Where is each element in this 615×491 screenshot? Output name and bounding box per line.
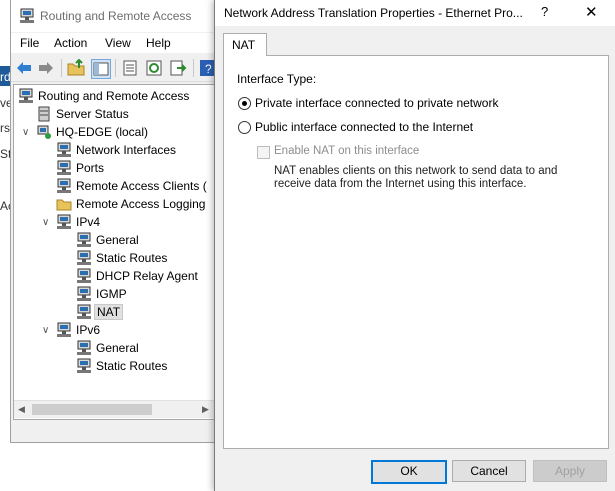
properties-icon[interactable] bbox=[121, 59, 139, 77]
dialog-title: Network Address Translation Properties -… bbox=[224, 6, 523, 20]
scrollbar-thumb[interactable] bbox=[32, 404, 152, 415]
tree-label: Routing and Remote Access bbox=[38, 89, 190, 103]
enable-nat-label[interactable]: Enable NAT on this interface bbox=[274, 145, 419, 157]
remote-clients-icon bbox=[57, 178, 71, 193]
refresh-icon[interactable] bbox=[145, 59, 163, 77]
forward-arrow-icon[interactable] bbox=[37, 59, 55, 77]
tab-label: NAT bbox=[232, 38, 256, 52]
tree-label: Remote Access Clients ( bbox=[76, 179, 207, 193]
nat-description: NAT enables clients on this network to s… bbox=[274, 165, 558, 190]
tree-label: General bbox=[96, 233, 139, 247]
bg-fragment: rs bbox=[0, 121, 10, 135]
server-list-icon bbox=[38, 106, 50, 122]
igmp-icon bbox=[77, 286, 91, 301]
nat-properties-dialog: Network Address Translation Properties -… bbox=[214, 0, 615, 491]
svg-text:?: ? bbox=[205, 62, 212, 76]
chevron-down-icon[interactable]: ∨ bbox=[22, 127, 29, 138]
tree-label: IPv4 bbox=[76, 215, 101, 229]
toolbar-separator bbox=[193, 59, 194, 77]
folder-icon bbox=[56, 199, 72, 211]
back-arrow-icon[interactable] bbox=[15, 59, 33, 77]
toolbar-separator bbox=[61, 59, 62, 77]
static-routes-icon bbox=[77, 358, 91, 373]
apply-button[interactable]: Apply bbox=[533, 460, 607, 482]
rras-icon bbox=[19, 88, 33, 103]
ipv6-icon bbox=[57, 322, 71, 337]
dialog-title-bar: Network Address Translation Properties -… bbox=[215, 0, 615, 26]
dhcp-relay-icon bbox=[77, 268, 91, 283]
scroll-left-icon[interactable]: ◀ bbox=[18, 404, 25, 415]
general-icon bbox=[77, 340, 91, 355]
tree-label: Static Routes bbox=[96, 359, 168, 373]
up-folder-icon[interactable] bbox=[67, 59, 85, 77]
mmc-title: Routing and Remote Access bbox=[40, 9, 192, 23]
chevron-down-icon[interactable]: ∨ bbox=[42, 217, 49, 228]
show-hide-tree-icon[interactable] bbox=[91, 59, 111, 79]
tree-label: Server Status bbox=[56, 107, 129, 121]
tree-label: IPv6 bbox=[76, 323, 101, 337]
network-interfaces-icon bbox=[57, 142, 71, 157]
menu-help[interactable]: Help bbox=[146, 36, 171, 50]
tree-label: IGMP bbox=[96, 287, 127, 301]
tree-label: Network Interfaces bbox=[76, 143, 177, 157]
cancel-button[interactable]: Cancel bbox=[452, 460, 526, 482]
nat-icon bbox=[77, 304, 91, 319]
chevron-down-icon[interactable]: ∨ bbox=[42, 325, 49, 336]
public-interface-label[interactable]: Public interface connected to the Intern… bbox=[255, 120, 473, 134]
tree-label: General bbox=[96, 341, 139, 355]
menu-view[interactable]: View bbox=[105, 36, 131, 50]
private-interface-label[interactable]: Private interface connected to private n… bbox=[255, 96, 498, 110]
tree-label: DHCP Relay Agent bbox=[96, 269, 198, 283]
nat-tab-panel: Interface Type: Private interface connec… bbox=[223, 55, 609, 449]
console-tree: Routing and Remote Access Server Status … bbox=[13, 84, 217, 420]
tree-label: Static Routes bbox=[96, 251, 168, 265]
ports-icon bbox=[57, 160, 71, 175]
private-interface-radio[interactable] bbox=[238, 97, 251, 110]
ok-button[interactable]: OK bbox=[371, 460, 447, 484]
enable-nat-checkbox[interactable] bbox=[257, 146, 270, 159]
tree-label: HQ-EDGE (local) bbox=[56, 125, 149, 139]
general-icon bbox=[77, 232, 91, 247]
interface-type-label: Interface Type: bbox=[237, 72, 317, 86]
static-routes-icon bbox=[77, 250, 91, 265]
export-list-icon[interactable] bbox=[169, 59, 187, 77]
ipv4-icon bbox=[57, 214, 71, 229]
toolbar-separator bbox=[115, 59, 116, 77]
horizontal-scrollbar[interactable]: ◀ ▶ bbox=[14, 400, 214, 418]
help-button[interactable]: ? bbox=[541, 4, 548, 19]
server-icon bbox=[37, 125, 51, 139]
rras-app-icon bbox=[20, 8, 34, 23]
tree-label: Ports bbox=[76, 161, 105, 175]
tab-nat[interactable]: NAT bbox=[223, 33, 267, 56]
public-interface-radio[interactable] bbox=[238, 121, 251, 134]
tree-label-selected: NAT bbox=[94, 304, 124, 320]
tree-label: Remote Access Logging bbox=[76, 197, 206, 211]
close-icon[interactable]: ✕ bbox=[585, 3, 598, 21]
menu-file[interactable]: File bbox=[20, 36, 39, 50]
menu-action[interactable]: Action bbox=[54, 36, 87, 50]
scroll-right-icon[interactable]: ▶ bbox=[202, 404, 209, 415]
